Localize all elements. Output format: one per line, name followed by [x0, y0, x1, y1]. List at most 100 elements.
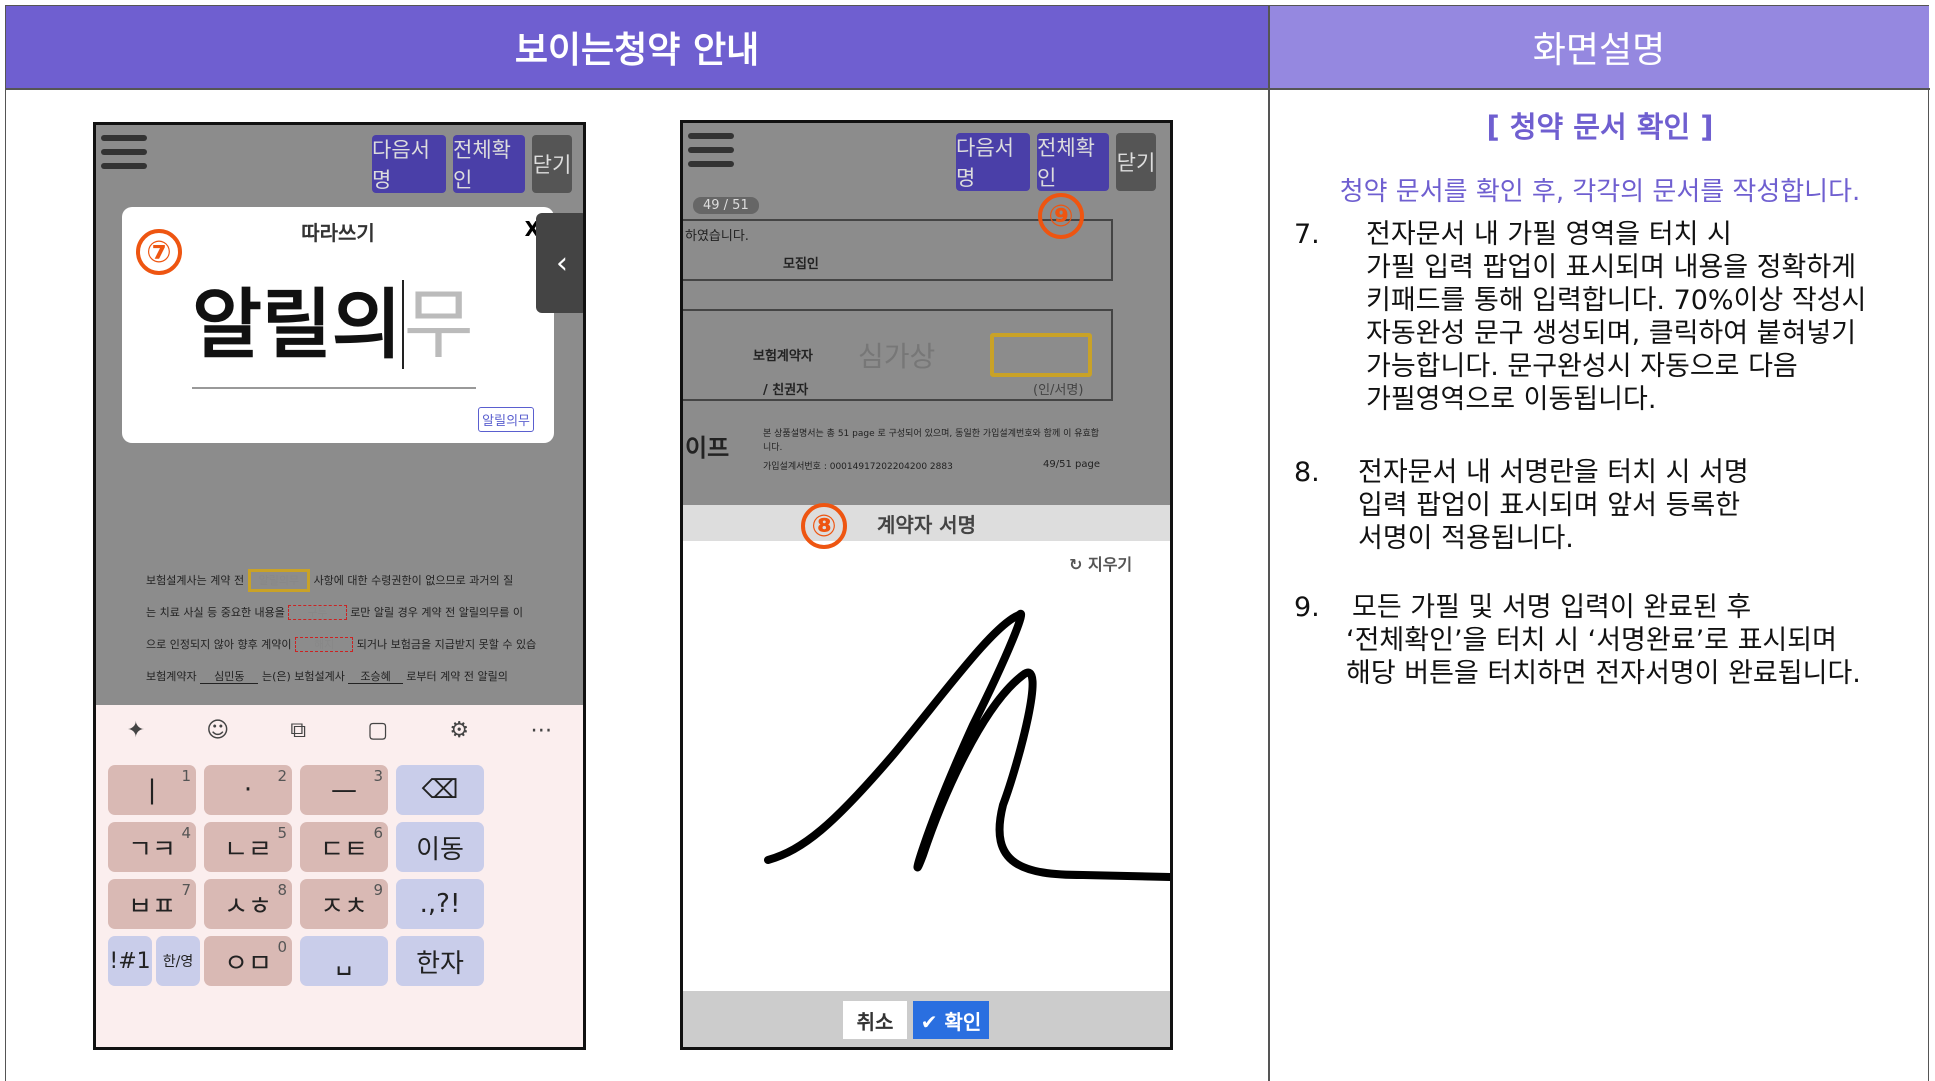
- page-counter: 49/51 page: [1043, 459, 1100, 470]
- ai-sparkle-icon[interactable]: ✦: [127, 718, 145, 743]
- key-6[interactable]: ㄷㅌ 6: [300, 822, 388, 872]
- header-divider: [6, 88, 1930, 90]
- menu-icon[interactable]: [101, 135, 147, 181]
- description-title: [ 청약 문서 확인 ]: [1486, 110, 1714, 144]
- erase-button[interactable]: ↻ 지우기: [1069, 551, 1132, 575]
- next-sign-button[interactable]: 다음서명: [956, 133, 1030, 191]
- confirm-all-button[interactable]: 전체확인: [1037, 133, 1109, 191]
- keyboard-toolbar: ✦ ☺ ⧉ ▢ ⚙ ⋯: [96, 705, 583, 755]
- sign-hint: (인/서명): [1033, 383, 1084, 398]
- marker-9: ⑨: [1038, 193, 1084, 239]
- doc-text: 보험계약자: [146, 670, 197, 683]
- key-7[interactable]: ㅂㅍ 7: [108, 879, 196, 929]
- phone-screenshot-handwriting: 다음서명 전체확인 닫기 따라쓰기 X ⑦ 알릴의무 알릴의무 ‹ 보험설계사는…: [93, 122, 586, 1050]
- doc-text: 되거나 보험금을 지급받지 못할 수 있습: [356, 638, 537, 651]
- typed-text: 알릴의: [192, 280, 402, 369]
- handwriting-popup: 따라쓰기 X ⑦ 알릴의무 알릴의무: [122, 207, 554, 443]
- step-line: 서명이 적용됩니다.: [1358, 523, 1574, 554]
- ok-button[interactable]: ✔ 확인: [913, 1001, 989, 1039]
- step-line: ‘전체확인’을 터치 시 ‘서명완료’로 표시되며: [1346, 625, 1837, 656]
- handwriting-field-active[interactable]: 알릴의무: [247, 569, 311, 592]
- step-line: 가필영역으로 이동됩니다.: [1366, 384, 1657, 415]
- step-line: 키패드를 통해 입력합니다. 70%이상 작성시: [1366, 285, 1867, 316]
- doc-text: 보험설계사는 계약 전: [146, 574, 245, 587]
- hanja-key[interactable]: 한자: [396, 936, 484, 986]
- doc-text: 사항에 대한 수령권한이 없으므로 과거의 질: [313, 574, 514, 587]
- key-5[interactable]: ㄴㄹ 5: [204, 822, 292, 872]
- phone-screenshot-signature: 다음서명 전체확인 닫기 49 / 51 하였습니다. 모집인 ⑨ 보험계약자 …: [680, 120, 1173, 1050]
- popup-title: 따라쓰기: [301, 221, 375, 245]
- doc-text: 으로 인정되지 않아 향후 계약이: [146, 638, 292, 651]
- step-9: 9. 모든 가필 및 서명 입력이 완료된 후 ‘전체확인’을 터치 시 ‘서명…: [1294, 591, 1861, 690]
- backspace-key[interactable]: ⌫: [396, 765, 484, 815]
- input-underline: [192, 387, 476, 389]
- contractor-name: 심민동: [200, 670, 259, 684]
- agent-name: 조승혜: [348, 670, 403, 684]
- key-9[interactable]: ㅈㅊ 9: [300, 879, 388, 929]
- translate-icon[interactable]: ⧉: [290, 718, 306, 743]
- key-8[interactable]: ㅅㅎ 8: [204, 879, 292, 929]
- close-button[interactable]: 닫기: [1116, 133, 1156, 191]
- settings-icon[interactable]: ⚙: [449, 718, 469, 743]
- lang-toggle-key[interactable]: 한/영: [156, 936, 200, 986]
- step-number: 9.: [1294, 592, 1320, 623]
- side-collapse-button[interactable]: ‹: [536, 213, 583, 313]
- punctuation-key[interactable]: .,?!: [396, 879, 484, 929]
- confirm-all-button[interactable]: 전체확인: [453, 135, 525, 193]
- page-badge: 49 / 51: [693, 197, 759, 214]
- dialog-footer: 취소 ✔ 확인: [683, 991, 1170, 1047]
- document-body: 보험설계사는 계약 전 알릴의무 사항에 대한 수령권한이 없으므로 과거의 질…: [146, 565, 576, 693]
- recruiter-label: 모집인: [783, 257, 819, 272]
- step-8: 8. 전자문서 내 서명란을 터치 시 서명 입력 팝업이 표시되며 앞서 등록…: [1294, 456, 1749, 555]
- step-line: 가능합니다. 문구완성시 자동으로 다음: [1366, 351, 1798, 382]
- company-logo: 이프: [685, 434, 730, 462]
- marker-8: ⑧: [801, 503, 847, 549]
- signature-stroke: [764, 609, 1170, 881]
- step-line: 자동완성 문구 생성되며, 클릭하여 붙혀넣기: [1366, 318, 1857, 349]
- key-3[interactable]: —3: [300, 765, 388, 815]
- next-sign-button[interactable]: 다음서명: [372, 135, 446, 193]
- emoji-icon[interactable]: ☺: [206, 718, 229, 743]
- clipboard-icon[interactable]: ▢: [367, 718, 388, 743]
- doc-text: 는(은) 보험설계사: [261, 670, 345, 683]
- key-0[interactable]: ㅇㅁ 0: [204, 936, 292, 986]
- menu-icon[interactable]: [688, 133, 734, 179]
- signature-pad[interactable]: [683, 505, 1170, 1005]
- step-number: 8.: [1294, 457, 1320, 488]
- signature-field-active[interactable]: [990, 333, 1092, 377]
- step-line: 전자문서 내 서명란을 터치 시 서명: [1358, 457, 1749, 488]
- symbol-key[interactable]: !#1: [108, 936, 152, 986]
- key-1[interactable]: | 1: [108, 765, 196, 815]
- design-number: 가입설계서번호 : 00014917202204200 2883: [763, 462, 953, 472]
- guardian-label: / 친권자: [763, 383, 809, 398]
- right-header: 화면설명: [1269, 6, 1929, 88]
- handwriting-field[interactable]: 구두: [288, 605, 347, 620]
- key-2[interactable]: · 2: [204, 765, 292, 815]
- space-key[interactable]: ␣: [300, 936, 388, 986]
- key-4[interactable]: ㄱㅋ 4: [108, 822, 196, 872]
- cancel-button[interactable]: 취소: [843, 1001, 907, 1039]
- step-number: 7.: [1294, 219, 1320, 250]
- more-icon[interactable]: ⋯: [530, 718, 552, 743]
- step-line: 해당 버튼을 터치하면 전자서명이 완료됩니다.: [1346, 658, 1861, 689]
- suggestion-chip[interactable]: 알릴의무: [478, 407, 534, 432]
- description-subtitle: 청약 문서를 확인 후, 각각의 문서를 작성합니다.: [1339, 177, 1861, 207]
- step-line: 입력 팝업이 표시되며 앞서 등록한: [1358, 490, 1741, 521]
- ghost-name: 심가상: [858, 340, 936, 373]
- signature-title-bar: 계약자 서명: [683, 505, 1170, 541]
- left-header: 보이는청약 안내: [6, 6, 1269, 88]
- column-divider: [1268, 5, 1270, 1081]
- korean-keyboard: ✦ ☺ ⧉ ▢ ⚙ ⋯ | 1 · 2 —3 ⌫ ㄱㅋ 4 ㄴㄹ 5 ㄷㅌ 6 이동 ㅂㅍ…: [96, 705, 583, 1047]
- doc-text: 로만 알릴 경우 계약 전 알릴의무를 이: [350, 606, 523, 619]
- contractor-label: 보험계약자: [753, 349, 813, 364]
- step-7: 7. 전자문서 내 가필 영역을 터치 시 가필 입력 팝업이 표시되며 내용을…: [1294, 218, 1866, 416]
- ghost-text: 무: [401, 280, 474, 369]
- step-line: 전자문서 내 가필 영역을 터치 시: [1366, 219, 1732, 250]
- move-key[interactable]: 이동: [396, 822, 484, 872]
- doc-text: 는 치료 사실 등 중요한 내용을: [146, 606, 285, 619]
- typed-text-area[interactable]: 알릴의무: [192, 280, 474, 369]
- handwriting-field[interactable]: 해지: [295, 637, 354, 652]
- close-button[interactable]: 닫기: [532, 135, 572, 193]
- marker-7: ⑦: [136, 229, 182, 275]
- page-info: 본 상품설명서는 총 51 page 로 구성되어 있으며, 동일한 가입설계번…: [763, 429, 1100, 453]
